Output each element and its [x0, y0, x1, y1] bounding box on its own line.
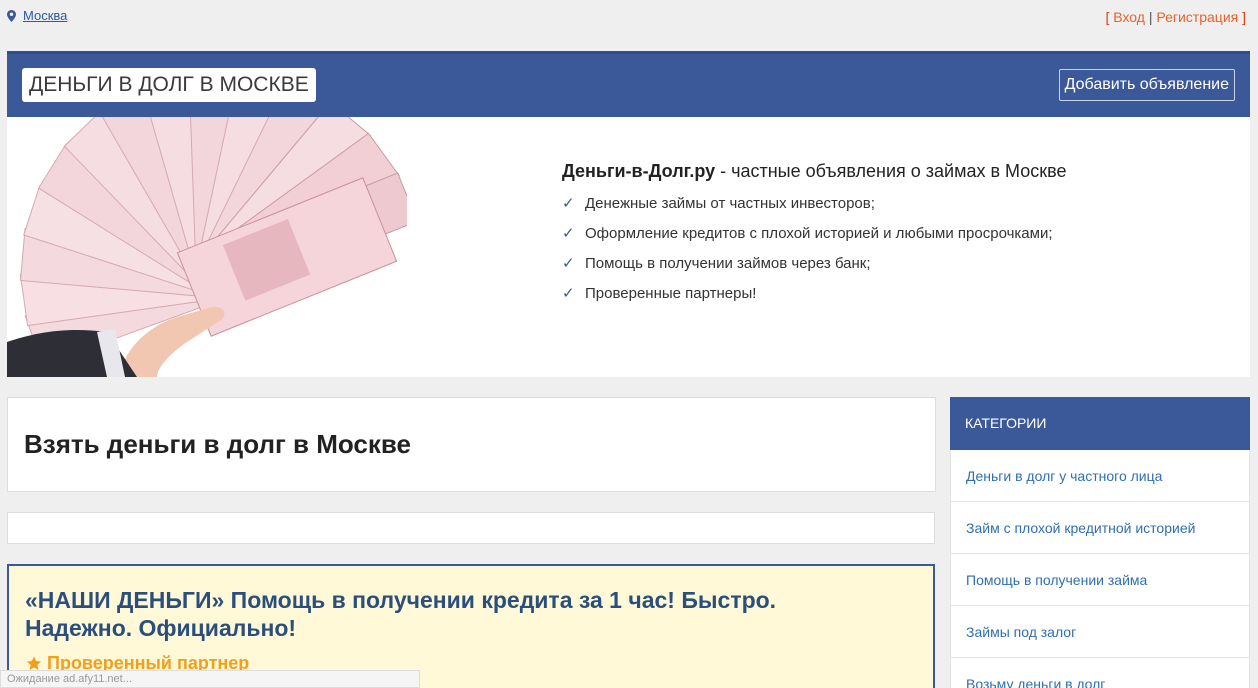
category-item[interactable]: Займы под залог [950, 606, 1250, 658]
hero-text: Деньги-в-Долг.ру - частные объявления о … [562, 161, 1067, 314]
category-item[interactable]: Деньги в долг у частного лица [950, 450, 1250, 502]
site-header: ДЕНЬГИ В ДОЛГ В МОСКВЕ Добавить объявлен… [7, 51, 1250, 117]
check-icon: ✓ [562, 285, 575, 302]
auth-separator: | [1148, 9, 1153, 25]
feature-item: ✓ Денежные займы от частных инвесторов; [562, 194, 1067, 213]
feature-item: ✓ Проверенные партнеры! [562, 284, 1067, 303]
check-icon: ✓ [562, 255, 575, 272]
map-pin-icon [7, 9, 16, 22]
top-bar: Москва [ Вход | Регистрация ] [0, 0, 1258, 34]
category-item[interactable]: Займ с плохой кредитной историей [950, 502, 1250, 554]
register-link[interactable]: Регистрация [1156, 9, 1238, 25]
feature-label: Помощь в получении займов через банк; [585, 254, 871, 272]
hero-banner: Деньги-в-Долг.ру - частные объявления о … [7, 117, 1250, 377]
empty-panel [7, 512, 935, 544]
check-icon: ✓ [562, 195, 575, 212]
money-fan-image [7, 117, 407, 377]
feature-label: Оформление кредитов с плохой историей и … [585, 224, 1053, 242]
banknotes [19, 117, 407, 366]
category-item[interactable]: Возьму деньги в долг [950, 658, 1250, 688]
city-link[interactable]: Москва [23, 8, 67, 23]
hero-tagline: частные объявления о займах в Москве [731, 161, 1067, 181]
feature-item: ✓ Оформление кредитов с плохой историей … [562, 224, 1067, 243]
city-selector[interactable]: Москва [7, 8, 67, 23]
categories-sidebar: КАТЕГОРИИ Деньги в долг у частного лица … [950, 397, 1250, 688]
hero-brand: Деньги-в-Долг.ру [562, 161, 716, 181]
feature-label: Денежные займы от частных инвесторов; [585, 194, 875, 212]
ad-title[interactable]: «НАШИ ДЕНЬГИ» Помощь в получении кредита… [25, 586, 885, 642]
hero-heading: Деньги-в-Долг.ру - частные объявления о … [562, 161, 1067, 182]
hero-dash: - [715, 161, 732, 181]
feature-item: ✓ Помощь в получении займов через банк; [562, 254, 1067, 273]
category-item[interactable]: Помощь в получении займа [950, 554, 1250, 606]
check-icon: ✓ [562, 225, 575, 242]
page-title: Взять деньги в долг в Москве [24, 429, 411, 459]
browser-status-bar: Ожидание ad.afy11.net... [0, 670, 420, 688]
page-title-box: Взять деньги в долг в Москве [7, 397, 936, 492]
auth-links: [ Вход | Регистрация ] [1106, 9, 1247, 25]
site-title[interactable]: ДЕНЬГИ В ДОЛГ В МОСКВЕ [22, 68, 316, 102]
bracket-open: [ [1105, 9, 1110, 25]
feature-label: Проверенные партнеры! [585, 284, 757, 302]
categories-heading: КАТЕГОРИИ [950, 397, 1250, 450]
login-link[interactable]: Вход [1113, 9, 1145, 25]
add-listing-button[interactable]: Добавить объявление [1058, 69, 1235, 101]
bracket-close: ] [1242, 9, 1246, 25]
